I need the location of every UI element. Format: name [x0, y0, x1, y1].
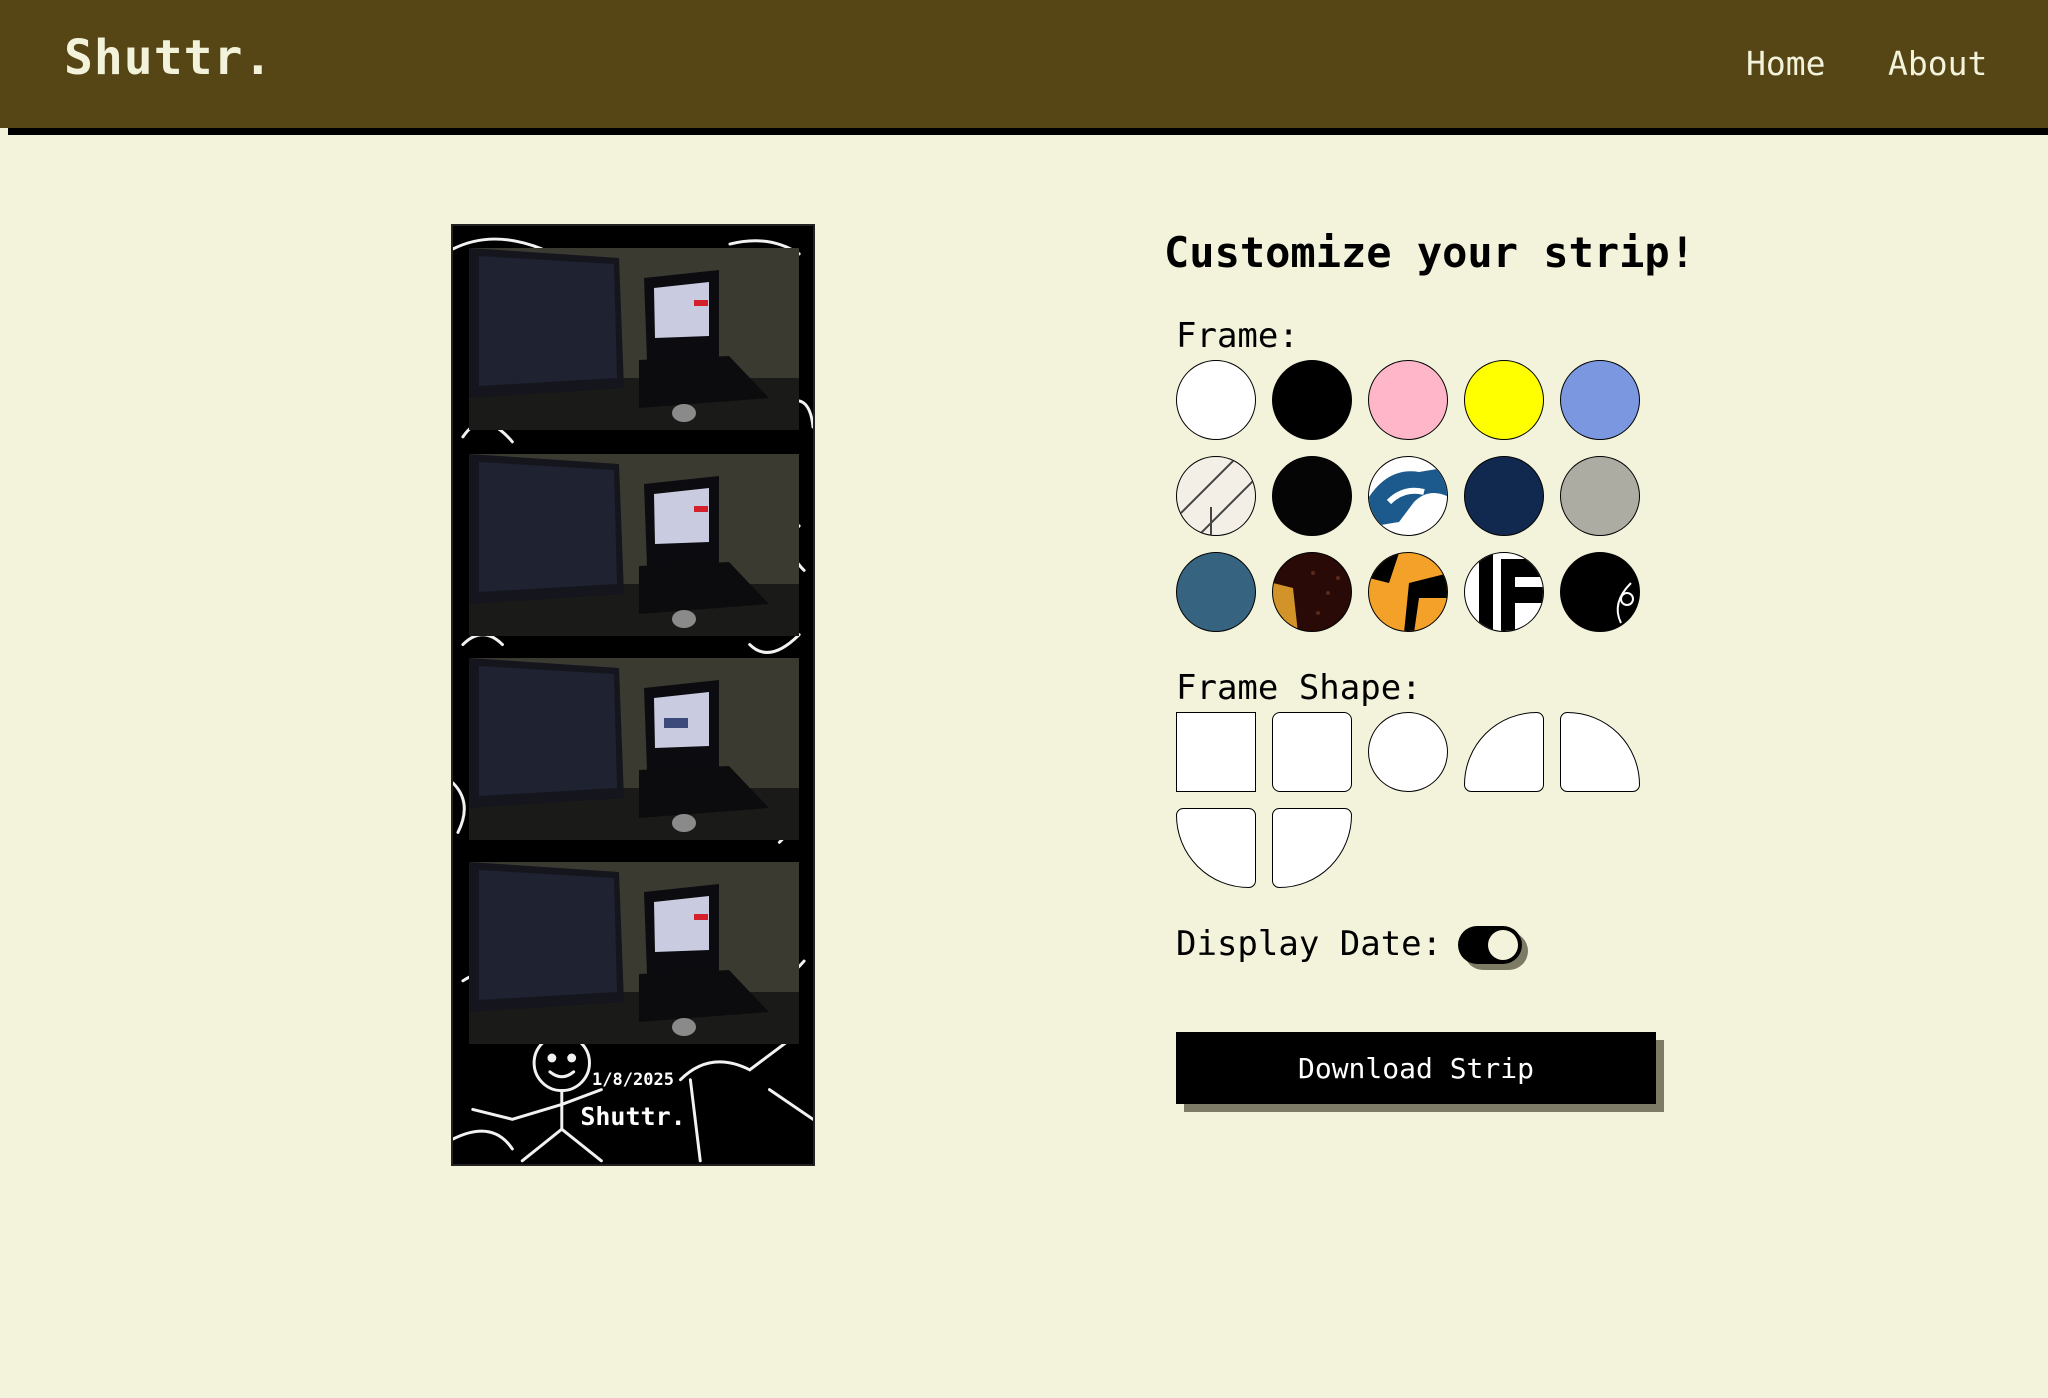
- frame-swatch-black[interactable]: [1272, 360, 1352, 440]
- shape-rounded-square[interactable]: [1272, 712, 1352, 792]
- frame-label: Frame:: [1176, 316, 1299, 356]
- frame-swatch-yellow[interactable]: [1464, 360, 1544, 440]
- strip-photo-2: [469, 454, 799, 636]
- frame-swatch-dark-brown-speckle[interactable]: [1272, 552, 1352, 632]
- shape-circle[interactable]: [1368, 712, 1448, 792]
- frame-swatch-blue[interactable]: [1560, 360, 1640, 440]
- frame-shape-label: Frame Shape:: [1176, 668, 1422, 708]
- frame-swatch-teal[interactable]: [1176, 552, 1256, 632]
- strip-photo-1: [469, 248, 799, 430]
- shape-bottom-right-rounded[interactable]: [1272, 808, 1352, 888]
- download-strip-button[interactable]: Download Strip: [1176, 1032, 1656, 1104]
- shape-top-right-rounded[interactable]: [1560, 712, 1640, 792]
- toggle-knob: [1488, 930, 1518, 960]
- display-date-toggle[interactable]: [1458, 926, 1522, 964]
- nav-home-link[interactable]: Home: [1746, 44, 1825, 83]
- shape-square[interactable]: [1176, 712, 1256, 792]
- frame-swatch-orange-black-pattern[interactable]: [1368, 552, 1448, 632]
- frame-swatch-black-white-stripes[interactable]: [1464, 552, 1544, 632]
- frame-swatch-black-glossy[interactable]: [1272, 456, 1352, 536]
- frame-swatch-white[interactable]: [1176, 360, 1256, 440]
- frame-swatch-pink[interactable]: [1368, 360, 1448, 440]
- frame-swatch-white-lines-pattern[interactable]: [1176, 456, 1256, 536]
- frame-swatch-navy[interactable]: [1464, 456, 1544, 536]
- nav-about-link[interactable]: About: [1888, 44, 1987, 83]
- navbar: Shuttr. Home About: [0, 0, 2048, 128]
- customize-title: Customize your strip!: [1164, 228, 1696, 277]
- frame-swatch-black-doodle[interactable]: [1560, 552, 1640, 632]
- strip-photo-4: [469, 862, 799, 1044]
- strip-brand-text: Shuttr.: [580, 1102, 686, 1131]
- shape-top-left-rounded[interactable]: [1464, 712, 1544, 792]
- brand-logo[interactable]: Shuttr.: [64, 30, 273, 86]
- navbar-divider: [8, 128, 2048, 135]
- photo-strip-preview: 1/8/2025 Shuttr.: [451, 224, 815, 1166]
- shape-bottom-left-rounded[interactable]: [1176, 808, 1256, 888]
- frame-swatch-blue-white-pattern[interactable]: [1368, 456, 1448, 536]
- strip-date-text: 1/8/2025: [592, 1070, 674, 1090]
- frame-swatch-gray[interactable]: [1560, 456, 1640, 536]
- display-date-label: Display Date:: [1176, 924, 1443, 964]
- strip-photo-3: [469, 658, 799, 840]
